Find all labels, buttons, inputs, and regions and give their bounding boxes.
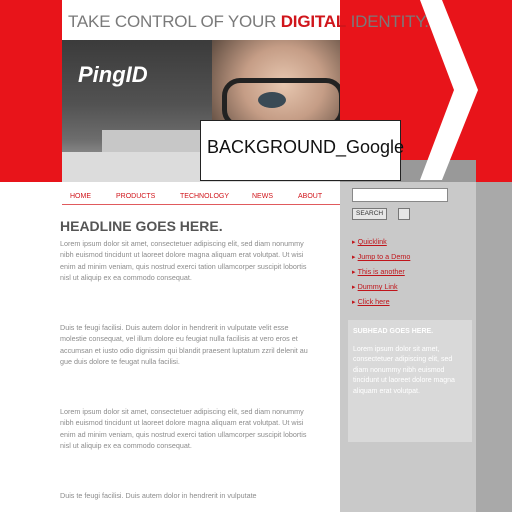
search-input[interactable] xyxy=(352,188,448,202)
sidebar-link-dummy[interactable]: Dummy Link xyxy=(352,282,398,291)
background-label: BACKGROUND_Google xyxy=(200,120,405,181)
ping-logo[interactable]: PingID xyxy=(78,62,148,88)
tagline-end: IDENTITY. xyxy=(346,12,429,31)
sidebar-link-click-here[interactable]: Click here xyxy=(352,297,390,306)
site-tagline: TAKE CONTROL OF YOUR DIGITAL IDENTITY. xyxy=(68,12,429,32)
sidebar-subhead: SUBHEAD GOES HERE. xyxy=(353,328,434,335)
nav-item-products[interactable]: PRODUCTS xyxy=(116,193,155,200)
tagline-highlight: DIGITAL xyxy=(280,12,347,31)
page-headline: HEADLINE GOES HERE. xyxy=(60,218,223,234)
background-label-text: BACKGROUND_Google xyxy=(207,137,405,157)
body-paragraph: Lorem ipsum dolor sit amet, consectetuer… xyxy=(60,239,307,282)
sidebar-link-quicklink[interactable]: Quicklink xyxy=(352,237,387,246)
nav-item-news[interactable]: NEWS xyxy=(252,193,273,200)
chevron-right-icon xyxy=(420,0,478,180)
sidebar-link-demo[interactable]: Jump to a Demo xyxy=(352,252,411,261)
body-paragraph: Duis te feugi facilisi. Duis autem dolor… xyxy=(60,323,308,366)
nav-item-about[interactable]: ABOUT xyxy=(298,193,322,200)
sidebar-link-another[interactable]: This is another xyxy=(352,267,405,276)
body-paragraph: Duis te feugi facilisi. Duis autem dolor… xyxy=(60,491,257,500)
red-background-strip xyxy=(476,0,512,182)
body-paragraph: Lorem ipsum dolor sit amet, consectetuer… xyxy=(60,407,307,450)
search-options-icon[interactable] xyxy=(398,208,410,220)
main-nav: HOME PRODUCTS TECHNOLOGY NEWS ABOUT xyxy=(62,190,340,205)
sidebar-paragraph: Lorem ipsum dolor sit amet, consectetuer… xyxy=(353,346,455,395)
tagline-start: TAKE CONTROL OF YOUR xyxy=(68,12,281,31)
nav-item-home[interactable]: HOME xyxy=(70,193,91,200)
nav-item-technology[interactable]: TECHNOLOGY xyxy=(180,193,229,200)
search-button[interactable]: SEARCH xyxy=(352,208,388,220)
red-background-left xyxy=(0,0,62,182)
